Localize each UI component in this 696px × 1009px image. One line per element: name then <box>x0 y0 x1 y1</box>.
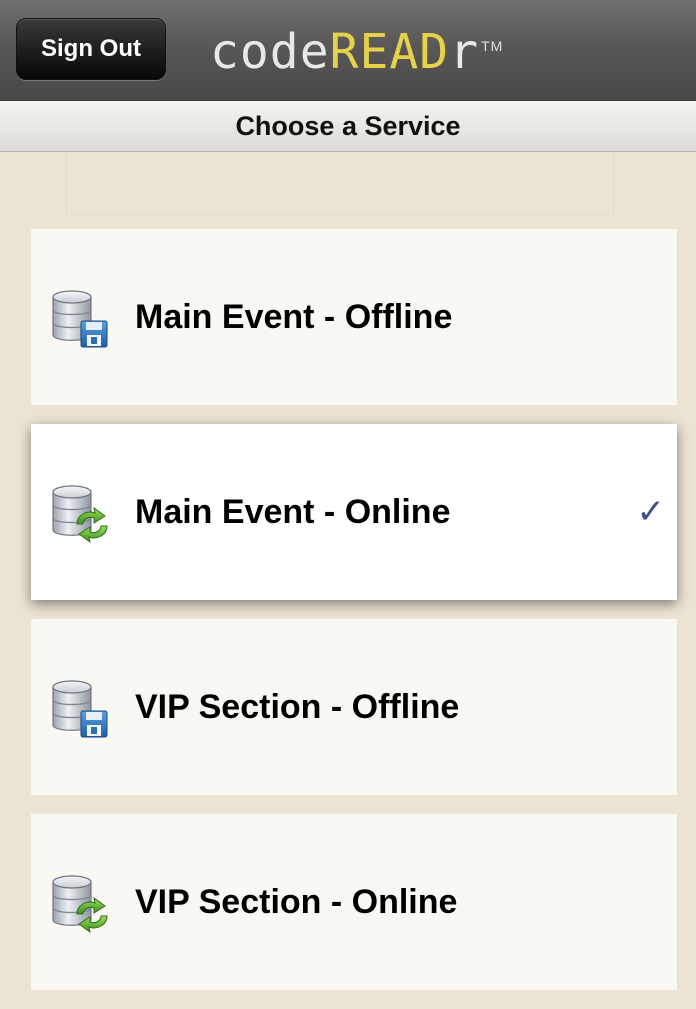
database-offline-save-icon <box>47 285 111 349</box>
service-item-vip-section-online[interactable]: VIP Section - Online <box>31 814 677 990</box>
top-navigation-bar: Sign Out codeREADr TM <box>0 0 696 101</box>
logo-text-r: r <box>449 24 480 80</box>
service-label: VIP Section - Offline <box>135 687 460 726</box>
database-online-sync-icon <box>47 480 111 544</box>
logo-text-read: READ <box>329 24 450 80</box>
service-label: Main Event - Offline <box>135 297 453 336</box>
service-item-main-event-offline[interactable]: Main Event - Offline <box>31 229 677 405</box>
empty-placeholder-frame <box>66 152 614 215</box>
page-title-bar: Choose a Service <box>0 101 696 152</box>
service-item-main-event-online[interactable]: Main Event - Online ✓ <box>31 424 677 600</box>
trademark-mark: TM <box>481 38 504 54</box>
service-label: Main Event - Online <box>135 492 451 531</box>
database-online-sync-icon <box>47 870 111 934</box>
service-label: VIP Section - Online <box>135 882 458 921</box>
service-list: Main Event - Offline Main Event - Online… <box>31 229 677 1009</box>
database-offline-save-icon <box>47 675 111 739</box>
sign-out-button[interactable]: Sign Out <box>16 18 166 80</box>
checkmark-icon: ✓ <box>636 492 666 532</box>
service-item-vip-section-offline[interactable]: VIP Section - Offline <box>31 619 677 795</box>
codereadr-logo: codeREADr TM <box>210 24 503 80</box>
logo-text-code: code <box>210 24 330 80</box>
page-title: Choose a Service <box>235 110 461 141</box>
